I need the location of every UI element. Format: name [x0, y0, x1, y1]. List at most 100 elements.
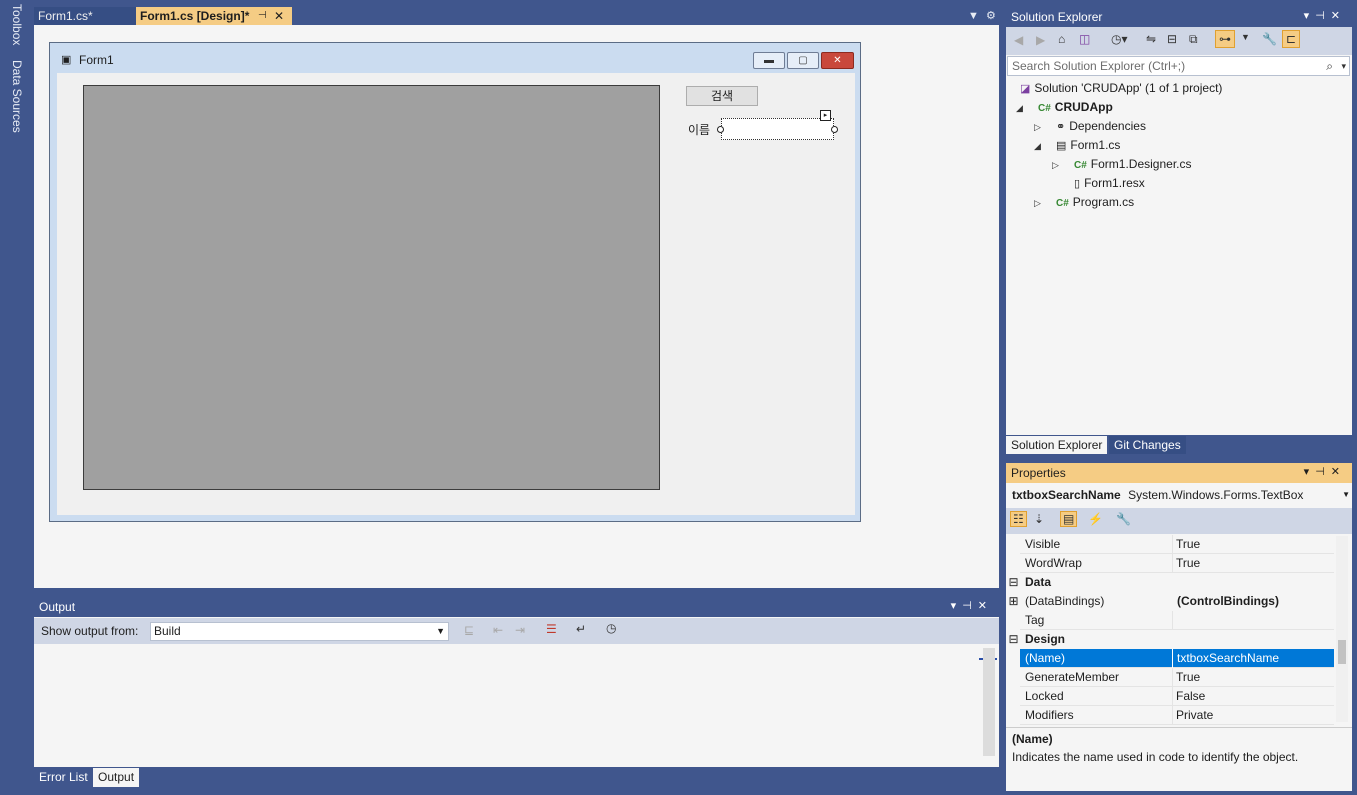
properties-wrench-icon[interactable]: 🔧 [1262, 32, 1277, 46]
tab-output[interactable]: Output [93, 768, 140, 787]
resize-handle-right[interactable] [831, 126, 838, 133]
tree-item-label: Solution 'CRUDApp' (1 of 1 project) [1034, 81, 1223, 95]
properties-toolbar: ☷ ⇣ ▤ ⚡ 🔧 [1006, 508, 1352, 534]
clear-all-icon[interactable]: ☰ [546, 622, 557, 636]
resize-handle-left[interactable] [717, 126, 724, 133]
output-source-select[interactable]: Build ▼ [150, 622, 449, 641]
chevron-down-icon: ▼ [1342, 490, 1350, 499]
solution-search-input[interactable]: Search Solution Explorer (Ctrl+;) ⌕ ▾ [1007, 56, 1350, 76]
sync-icon[interactable]: ⇋ [1146, 32, 1156, 46]
expanded-arrow-icon[interactable]: ◢ [1034, 141, 1041, 152]
property-row-modifiers[interactable]: Modifiers Private [1020, 706, 1334, 725]
pane-controls[interactable]: ▾⊣✕ [951, 599, 993, 612]
property-row-tag[interactable]: Tag [1020, 611, 1334, 630]
maximize-button[interactable]: ▢ [787, 52, 819, 69]
collapsed-arrow-icon[interactable]: ▷ [1034, 198, 1041, 209]
alphabetical-icon[interactable]: ⇣ [1034, 512, 1044, 526]
pending-changes-icon[interactable]: ◷▾ [1111, 32, 1128, 46]
collapse-icon[interactable]: ⊟ [1008, 630, 1019, 648]
categorized-icon[interactable]: ☷ [1010, 511, 1027, 527]
property-name: (Name) [1025, 651, 1066, 665]
close-button[interactable]: ✕ [821, 52, 854, 69]
tree-item-solution[interactable]: ◪ Solution 'CRUDApp' (1 of 1 project) [1020, 81, 1222, 95]
dependencies-icon: ⚭ [1056, 121, 1066, 133]
tab-git-changes[interactable]: Git Changes [1109, 436, 1186, 454]
category-label: Design [1025, 632, 1066, 646]
smart-tag-icon[interactable]: ▸ [820, 110, 831, 121]
csharp-file-icon: C# [1056, 198, 1069, 209]
category-design[interactable]: ⊟ Design [1008, 630, 1334, 649]
property-row-wordwrap[interactable]: WordWrap True [1020, 554, 1334, 573]
vs-switch-views-icon[interactable]: ◫ [1079, 32, 1090, 46]
tree-item-project[interactable]: C# CRUDApp [1038, 100, 1113, 114]
property-row-databindings[interactable]: ⊞ (DataBindings) (ControlBindings) [1008, 592, 1334, 611]
pin-icon[interactable]: ⊣ [258, 7, 267, 25]
solution-explorer-header: Solution Explorer ▾⊣✕ [1006, 7, 1352, 27]
tab-error-list[interactable]: Error List [34, 768, 93, 787]
properties-icon[interactable]: ▤ [1060, 511, 1078, 527]
property-pages-wrench-icon[interactable]: 🔧 [1116, 512, 1131, 526]
tree-item-label: Dependencies [1069, 119, 1146, 133]
search-button[interactable]: 검색 [686, 86, 758, 106]
pane-controls[interactable]: ▾⊣✕ [1304, 465, 1346, 478]
toolbox-tab[interactable]: Toolbox [10, 4, 24, 45]
tree-item-form1-designer[interactable]: C# Form1.Designer.cs [1074, 157, 1192, 171]
collapsed-arrow-icon[interactable]: ▷ [1052, 160, 1059, 171]
collapse-all-icon[interactable]: ⊟ [1167, 32, 1177, 46]
chevron-down-icon[interactable]: ▼ [1241, 32, 1250, 42]
description-text: Indicates the name used in code to ident… [1012, 750, 1299, 764]
property-row-visible[interactable]: Visible True [1020, 535, 1334, 554]
chevron-down-icon: ▾ [1341, 61, 1346, 71]
tab-form1-cs[interactable]: Form1.cs* [34, 7, 136, 25]
tree-item-label: Program.cs [1072, 195, 1135, 209]
next-message-icon[interactable]: ⇥ [515, 623, 525, 637]
output-scrollbar[interactable] [983, 648, 995, 756]
tree-view-icon[interactable]: ⊶ [1215, 30, 1235, 48]
show-all-files-icon[interactable]: ⧉ [1189, 32, 1198, 47]
property-name: (DataBindings) [1025, 594, 1105, 608]
property-name: Modifiers [1025, 708, 1074, 722]
word-wrap-icon[interactable]: ↵ [576, 622, 586, 636]
search-name-textbox[interactable] [721, 118, 834, 140]
events-lightning-icon[interactable]: ⚡ [1088, 512, 1103, 526]
scrollbar-thumb[interactable] [1338, 640, 1346, 664]
settings-gear-icon[interactable]: ⚙ [986, 9, 996, 22]
category-label: Data [1025, 575, 1052, 589]
forward-icon[interactable]: ▶ [1036, 33, 1045, 47]
name-label: 이름 [688, 123, 711, 137]
tree-item-program-cs[interactable]: C# Program.cs [1056, 195, 1134, 209]
output-text-area[interactable] [34, 644, 999, 767]
pane-controls[interactable]: ▾⊣✕ [1304, 9, 1346, 22]
collapsed-arrow-icon[interactable]: ▷ [1034, 122, 1041, 133]
find-message-icon[interactable]: ⊑ [464, 623, 474, 637]
data-grid-view[interactable] [83, 85, 660, 490]
property-row-locked[interactable]: Locked False [1020, 687, 1334, 706]
property-value: True [1176, 556, 1201, 570]
minimize-button[interactable]: ▬ [753, 52, 785, 69]
properties-scrollbar[interactable] [1336, 536, 1348, 722]
clock-icon[interactable]: ◷ [606, 621, 616, 635]
tree-item-form1-resx[interactable]: ▯ Form1.resx [1074, 176, 1145, 190]
preview-icon[interactable]: ⊏ [1282, 30, 1301, 48]
property-row-generatemember[interactable]: GenerateMember True [1020, 668, 1334, 687]
object-selector[interactable]: txtboxSearchName System.Windows.Forms.Te… [1012, 488, 1350, 502]
collapse-icon[interactable]: ⊟ [1008, 573, 1019, 591]
back-icon[interactable]: ◀ [1014, 33, 1023, 47]
tab-solution-explorer[interactable]: Solution Explorer [1006, 436, 1108, 454]
tab-dropdown-icon[interactable]: ▼ [968, 10, 979, 22]
property-row-name-selected[interactable]: (Name) txtboxSearchName [1020, 649, 1334, 668]
tab-form1-design[interactable]: Form1.cs [Design]* ⊣ ✕ [136, 7, 292, 25]
expand-icon[interactable]: ⊞ [1008, 592, 1019, 610]
tree-item-form1-cs[interactable]: ▤ Form1.cs [1056, 138, 1120, 152]
expanded-arrow-icon[interactable]: ◢ [1016, 103, 1023, 114]
object-name: txtboxSearchName [1012, 488, 1121, 502]
data-sources-tab[interactable]: Data Sources [10, 60, 24, 133]
home-icon[interactable]: ⌂ [1058, 32, 1065, 46]
csharp-project-icon: C# [1038, 103, 1051, 114]
tree-item-dependencies[interactable]: ⚭ Dependencies [1056, 119, 1146, 133]
previous-message-icon[interactable]: ⇤ [493, 623, 503, 637]
property-value[interactable]: txtboxSearchName [1176, 649, 1281, 667]
category-data[interactable]: ⊟ Data [1008, 573, 1334, 592]
close-icon[interactable]: ✕ [274, 7, 284, 25]
show-output-from-label: Show output from: [41, 624, 139, 638]
